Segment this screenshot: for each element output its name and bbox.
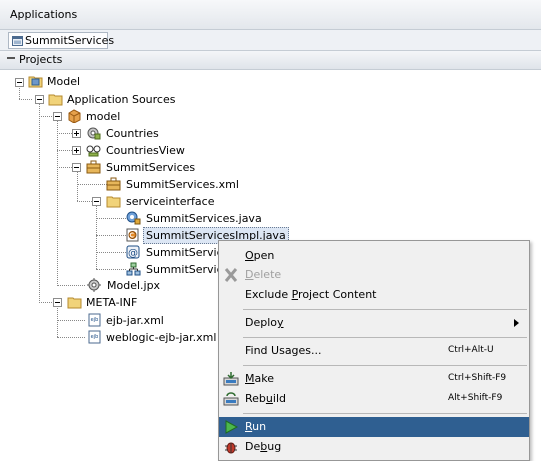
folder-icon [106,196,121,208]
folder-icon [48,94,63,106]
expand-toggle[interactable] [72,129,81,138]
menu-item-find-usages[interactable]: Find Usages... Ctrl+Alt-U [219,341,529,361]
folder-icon [67,297,82,309]
submenu-arrow-icon [514,319,519,327]
run-icon [225,420,239,434]
application-module-icon [106,177,121,191]
make-icon [223,372,239,386]
collapse-toggle[interactable] [53,298,62,307]
java-class-icon [126,228,139,242]
applications-title: Applications [10,8,78,21]
application-name: SummitServices [25,34,115,47]
xml-file-icon: ejb [88,313,101,327]
collapse-minus-icon[interactable] [7,57,15,59]
tree-label: SummitServices.java [146,212,262,225]
tree-label: Countries [106,127,159,140]
menu-item-debug[interactable]: Debug [219,437,529,457]
projects-title: Projects [19,53,63,66]
application-selector[interactable]: SummitServices [8,32,114,49]
menu-item-delete[interactable]: Delete [219,265,529,285]
svg-text:@: @ [128,248,138,259]
delete-icon [224,268,238,282]
tree-label: SummitServices [106,161,196,174]
expand-toggle[interactable] [72,146,81,155]
tree-label: Application Sources [67,93,176,106]
tree-label: Model.jpx [107,279,161,292]
collapse-toggle[interactable] [92,197,101,206]
view-object-icon [86,145,101,157]
collapse-toggle[interactable] [35,95,44,104]
projects-panel-header: Projects [0,51,541,70]
tree-label: Model [47,75,81,88]
menu-item-open[interactable]: Open [219,246,529,266]
menu-separator [243,413,527,414]
xml-file-icon: ejb [88,330,101,344]
tree-label: ejb-jar.xml [106,314,164,327]
menu-separator [243,365,527,366]
menu-item-rebuild[interactable]: Rebuild Alt+Shift-F9 [219,389,529,409]
rebuild-icon [223,392,239,406]
collapse-toggle[interactable] [72,163,81,172]
network-interface-icon [126,262,141,276]
menu-separator [243,309,527,310]
menu-item-run[interactable]: Run [219,417,529,437]
svg-text:ejb: ejb [91,317,99,323]
tree-label: weblogic-ejb-jar.xml [106,331,217,344]
application-selector-row: SummitServices [0,30,541,51]
menu-item-make[interactable]: Make Ctrl+Shift-F9 [219,369,529,389]
project-folder-icon [28,76,43,88]
menu-separator [243,337,527,338]
tree-label: SummitServices.xml [126,178,239,191]
menu-item-exclude-project-content[interactable]: Exclude Project Content [219,285,529,305]
collapse-toggle[interactable] [15,78,24,87]
shortcut-label: Alt+Shift-F9 [448,393,503,403]
tree-label: CountriesView [106,144,185,157]
entity-object-icon [87,127,101,140]
application-module-icon [86,160,101,174]
tree-label: model [86,110,121,123]
shortcut-label: Ctrl+Shift-F9 [448,373,507,383]
context-menu: Open Delete Exclude Project Content Depl… [218,240,530,461]
debug-icon [225,442,237,454]
package-icon [68,109,81,123]
applications-header: Applications [0,0,541,30]
project-settings-icon [87,278,101,292]
tree-label: serviceinterface [126,195,215,208]
annotation-interface-icon: @ [126,245,140,259]
tree-label: META-INF [86,296,138,309]
shortcut-label: Ctrl+Alt-U [448,345,494,355]
java-interface-icon [126,211,141,225]
menu-item-deploy[interactable]: Deploy [219,313,529,333]
svg-text:ejb: ejb [91,334,99,340]
collapse-toggle[interactable] [53,112,62,121]
application-icon [12,36,23,46]
